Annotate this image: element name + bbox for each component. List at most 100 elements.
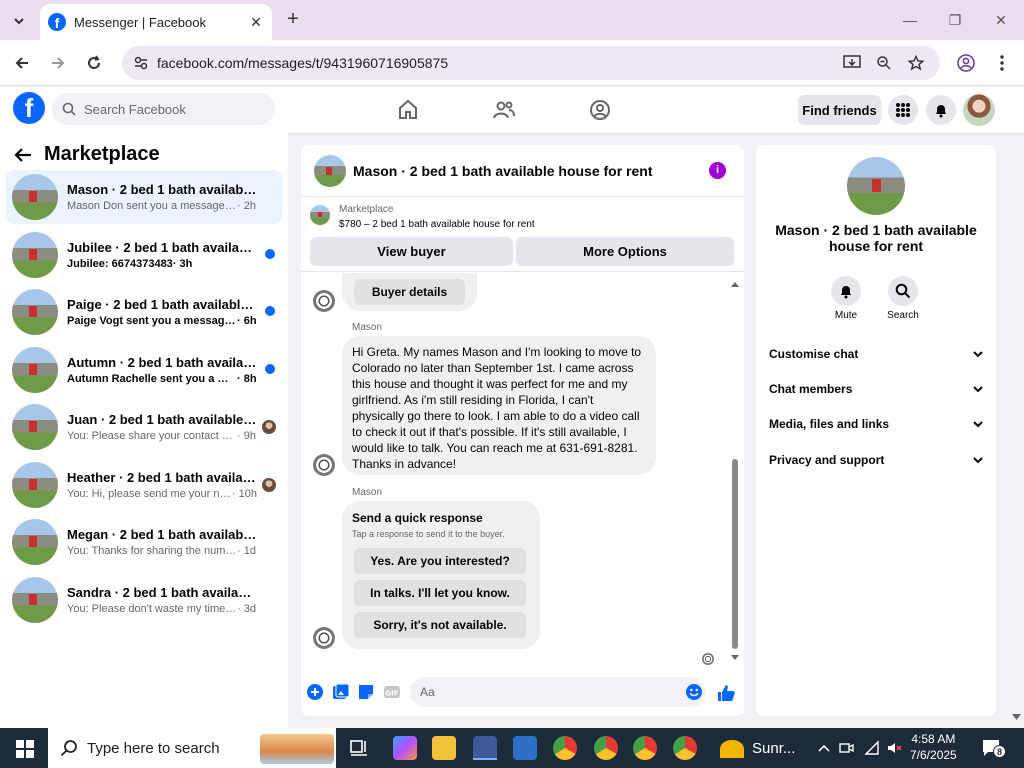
chat-scrollbar[interactable] xyxy=(731,281,739,661)
address-bar[interactable]: facebook.com/messages/t/9431960716905875 xyxy=(122,46,940,80)
chat-title[interactable]: Mason · 2 bed 1 bath available house for… xyxy=(353,163,653,179)
search-label: Search xyxy=(887,310,919,321)
quick-response-option[interactable]: Sorry, it's not available. xyxy=(354,612,526,638)
forward-button[interactable] xyxy=(46,51,70,75)
gif-icon[interactable]: GIF xyxy=(383,683,401,701)
read-receipt-avatar xyxy=(702,653,714,665)
bookmark-star-icon[interactable] xyxy=(906,53,926,73)
privacy-support-section[interactable]: Privacy and support xyxy=(769,449,983,471)
close-window-button[interactable]: ✕ xyxy=(986,8,1016,32)
weather-text[interactable]: Sunr... xyxy=(752,740,795,757)
reload-button[interactable] xyxy=(82,51,106,75)
menu-grid-button[interactable] xyxy=(888,95,918,125)
facebook-logo-icon[interactable]: f xyxy=(13,92,45,124)
facebook-search-input[interactable]: Search Facebook xyxy=(52,93,275,125)
info-icon[interactable]: i xyxy=(709,162,726,179)
url-text: facebook.com/messages/t/9431960716905875 xyxy=(157,55,449,71)
task-view-icon[interactable] xyxy=(347,736,371,760)
listing-mini-thumbnail[interactable] xyxy=(310,205,330,225)
conversation-item-mason[interactable]: Mason · 2 bed 1 bath available hou... Ma… xyxy=(6,170,282,224)
back-button[interactable] xyxy=(10,51,34,75)
chat-listing-thumbnail[interactable] xyxy=(314,154,346,187)
windows-taskbar: Type here to search Sunr... 4:58 AM 7/6/… xyxy=(0,728,1024,768)
plus-circle-icon[interactable] xyxy=(306,683,324,701)
document-app-icon[interactable] xyxy=(513,736,537,760)
system-clock[interactable]: 4:58 AM 7/6/2025 xyxy=(910,731,957,763)
listing-thumbnail xyxy=(12,289,58,335)
like-thumbs-up-icon[interactable] xyxy=(716,683,736,703)
chat-panel: Mason · 2 bed 1 bath available house for… xyxy=(301,145,744,716)
conversation-item-juan[interactable]: Juan · 2 bed 1 bath available ho... You:… xyxy=(6,400,282,454)
windows-start-icon[interactable] xyxy=(16,740,34,758)
emoji-icon[interactable] xyxy=(685,683,703,701)
scrollbar-thumb[interactable] xyxy=(732,459,738,649)
zoom-icon[interactable] xyxy=(874,53,894,73)
conversation-item-jubilee[interactable]: Jubilee · 2 bed 1 bath available h... Ju… xyxy=(6,228,282,282)
section-label: Privacy and support xyxy=(769,453,885,467)
listing-price[interactable]: $780 – 2 bed 1 bath available house for … xyxy=(339,219,535,230)
browser-menu-button[interactable] xyxy=(990,51,1014,75)
mute-button[interactable]: Mute xyxy=(821,276,871,321)
conversation-item-sandra[interactable]: Sandra · 2 bed 1 bath available ho... Yo… xyxy=(6,573,282,627)
conversation-item-paige[interactable]: Paige · 2 bed 1 bath available ho... Pai… xyxy=(6,285,282,339)
message-bubble: Hi Greta. My names Mason and I'm looking… xyxy=(342,336,656,475)
listing-strip: Marketplace $780 – 2 bed 1 bath availabl… xyxy=(301,198,744,272)
minimize-button[interactable]: — xyxy=(895,8,925,32)
weather-sun-icon[interactable] xyxy=(720,740,744,758)
seen-avatar xyxy=(262,478,276,492)
sticker-icon[interactable] xyxy=(357,683,375,701)
customise-chat-section[interactable]: Customise chat xyxy=(769,343,983,365)
conversation-item-heather[interactable]: Heather · 2 bed 1 bath available ... You… xyxy=(6,458,282,512)
quick-response-card: Send a quick response Tap a response to … xyxy=(342,501,540,649)
home-icon[interactable] xyxy=(396,98,420,122)
scroll-up-icon[interactable] xyxy=(731,281,739,287)
conversation-item-autumn[interactable]: Autumn · 2 bed 1 bath available ... Autu… xyxy=(6,343,282,397)
quick-response-option[interactable]: Yes. Are you interested? xyxy=(354,548,526,574)
chat-header: Mason · 2 bed 1 bath available house for… xyxy=(301,145,744,197)
back-arrow-icon[interactable] xyxy=(14,147,32,163)
arrow-left-icon xyxy=(15,57,28,69)
chrome-profile-4-icon[interactable] xyxy=(673,736,697,760)
media-files-links-section[interactable]: Media, files and links xyxy=(769,413,983,435)
chrome-profile-3-icon[interactable] xyxy=(633,736,657,760)
chevron-up-icon[interactable] xyxy=(816,740,832,756)
new-tab-button[interactable]: + xyxy=(282,8,304,30)
info-listing-thumbnail[interactable] xyxy=(847,157,905,215)
more-options-button[interactable]: More Options xyxy=(516,237,734,266)
notification-center-button[interactable]: 8 xyxy=(982,739,1006,758)
scroll-down-icon[interactable] xyxy=(731,655,739,661)
taskbar-search-box[interactable]: Type here to search xyxy=(48,728,336,768)
site-settings-icon[interactable] xyxy=(132,54,150,72)
maximize-button[interactable]: ❐ xyxy=(940,8,970,32)
conversation-item-megan[interactable]: Megan · 2 bed 1 bath available ho... You… xyxy=(6,515,282,569)
file-explorer-icon[interactable] xyxy=(432,736,456,760)
chrome-profile-1-icon[interactable] xyxy=(553,736,577,760)
install-app-icon[interactable] xyxy=(842,53,862,73)
wifi-icon[interactable] xyxy=(864,740,880,756)
view-buyer-button[interactable]: View buyer xyxy=(310,237,513,266)
chat-members-section[interactable]: Chat members xyxy=(769,378,983,400)
clock-time: 4:58 AM xyxy=(911,732,956,746)
search-in-conversation-button[interactable]: Search xyxy=(878,276,928,321)
copilot-icon[interactable] xyxy=(393,736,417,760)
active-app-icon[interactable] xyxy=(473,736,497,760)
groups-icon[interactable] xyxy=(588,98,612,122)
tab-close-icon[interactable]: ✕ xyxy=(248,14,264,31)
mute-label: Mute xyxy=(834,310,858,321)
photo-icon[interactable] xyxy=(332,683,350,701)
account-avatar[interactable] xyxy=(963,94,995,126)
quick-response-option[interactable]: In talks. I'll let you know. xyxy=(354,580,526,606)
marketplace-header: Marketplace xyxy=(14,143,160,166)
notifications-button[interactable] xyxy=(926,95,956,125)
chrome-profile-2-icon[interactable] xyxy=(594,736,618,760)
volume-muted-icon[interactable] xyxy=(886,740,902,756)
browser-tab-messenger[interactable]: f Messenger | Facebook ✕ xyxy=(40,4,272,40)
message-input[interactable]: Aa xyxy=(410,677,706,707)
meet-now-icon[interactable] xyxy=(838,740,854,756)
find-friends-button[interactable]: Find friends xyxy=(798,95,881,125)
page-scroll-down-icon[interactable] xyxy=(1012,714,1021,721)
friends-icon[interactable] xyxy=(492,98,516,122)
buyer-details-button[interactable]: Buyer details xyxy=(354,279,465,305)
profile-button[interactable] xyxy=(954,51,978,75)
tab-search-menu-button[interactable] xyxy=(8,10,30,32)
